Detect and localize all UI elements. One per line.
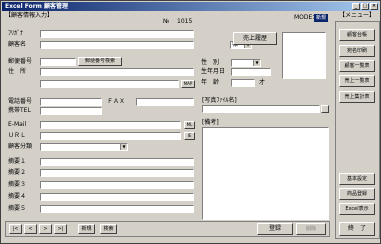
menu-product-register[interactable]: 商品登録 (339, 188, 375, 200)
mobile-input[interactable] (40, 107, 102, 115)
exit-button[interactable]: 終 了 (339, 222, 375, 236)
gender-select[interactable]: ▼ (231, 59, 261, 67)
mobile-label: 携帯TEL (8, 107, 31, 114)
note-label: 摘要４ (8, 193, 27, 200)
sales-history-button[interactable]: 売上履歴 (233, 32, 277, 45)
memo-label: [備考] (202, 119, 219, 126)
age-unit: 才 (259, 79, 266, 86)
maximize-button[interactable]: □ (361, 3, 369, 10)
category-select[interactable]: ▼ (40, 143, 128, 151)
delete-button[interactable]: 削除 (296, 223, 326, 235)
menu-customer-list[interactable]: 顧客一覧表 (339, 60, 375, 72)
last-record-button[interactable]: >| (54, 224, 67, 234)
url-label: ＵＲＬ (8, 132, 27, 139)
menu-customer-ledger[interactable]: 顧客台帳 (339, 29, 375, 41)
email-input[interactable] (40, 121, 181, 129)
age-input[interactable] (231, 79, 255, 87)
menu-title: 【メニュー】 (339, 12, 376, 19)
register-button[interactable]: 登録 (257, 223, 293, 235)
gender-label: 性 別 (201, 59, 220, 66)
note-input[interactable] (40, 205, 194, 213)
note-label: 摘要２ (8, 169, 27, 176)
fax-input[interactable] (136, 98, 194, 106)
url-input[interactable] (40, 132, 181, 140)
photo-filename-input[interactable] (202, 105, 320, 113)
prev-record-button[interactable]: < (24, 224, 37, 234)
search-button[interactable]: 検索 (100, 224, 117, 234)
address-label: 住 所 (8, 68, 27, 75)
customer-name-label: 顧客名 (8, 41, 27, 48)
birthdate-label: 生年月日 (201, 68, 226, 75)
phone-input[interactable] (40, 98, 102, 106)
chevron-down-icon: ▼ (120, 144, 127, 150)
postal-code-input[interactable] (40, 58, 76, 66)
menu-address-print[interactable]: 宛名印刷 (339, 45, 375, 57)
note-input[interactable] (40, 158, 194, 166)
furigana-input[interactable] (40, 30, 194, 38)
fax-label: ＦＡＸ (107, 98, 126, 105)
minimize-button[interactable]: _ (352, 3, 360, 10)
menu-excel-view[interactable]: Excel表示 (339, 203, 375, 215)
customer-name-input[interactable] (40, 41, 194, 49)
map-button[interactable]: MAP (181, 80, 195, 88)
first-record-button[interactable]: |< (9, 224, 22, 234)
note-input[interactable] (40, 169, 194, 177)
photo-filename-label: [写真ﾌｧｲﾙ名] (202, 97, 237, 104)
close-button[interactable]: × (370, 3, 378, 10)
main-window: Excel Form 顧客管理 _ □ × 【顧客情報入力】 № 1015 MO… (0, 0, 381, 244)
address-input[interactable] (40, 68, 194, 76)
email-label: E-Mail (8, 121, 27, 128)
photo-box (282, 32, 326, 79)
address-input-2[interactable] (40, 80, 179, 88)
title-bar: Excel Form 顧客管理 _ □ × (2, 2, 379, 11)
new-record-button[interactable]: 新規 (78, 224, 95, 234)
birthdate-input[interactable] (231, 68, 271, 76)
url-open-button[interactable]: IE (184, 132, 195, 140)
menu-sales-summary[interactable]: 売上集計表 (339, 91, 375, 103)
note-label: 摘要５ (8, 205, 27, 212)
menu-basic-settings[interactable]: 基本設定 (339, 173, 375, 185)
phone-label: 電話番号 (8, 98, 33, 105)
postal-code-label: 郵便番号 (8, 58, 33, 65)
note-input[interactable] (40, 193, 194, 201)
furigana-label: ﾌﾘｶﾞﾅ (8, 30, 24, 37)
note-label: 摘要３ (8, 181, 27, 188)
note-input[interactable] (40, 181, 194, 189)
memo-textarea[interactable] (202, 127, 329, 220)
chevron-down-icon: ▼ (253, 60, 260, 66)
age-label: 年 齢 (201, 79, 220, 86)
section-label: 【顧客情報入力】 (5, 12, 54, 19)
next-record-button[interactable]: > (39, 224, 52, 234)
menu-sales-list[interactable]: 売上一覧表 (339, 75, 375, 87)
photo-browse-button[interactable] (321, 105, 329, 113)
mode-badge: 新規 (314, 14, 328, 22)
window-title: Excel Form 顧客管理 (5, 3, 69, 10)
email-send-button[interactable]: ML (184, 121, 195, 129)
postal-search-button[interactable]: 郵便番号検索 (78, 57, 122, 66)
record-number-value: 1015 (177, 18, 193, 25)
record-number-label: № (163, 18, 170, 25)
note-label: 摘要１ (8, 158, 27, 165)
category-label: 顧客分類 (8, 143, 33, 150)
